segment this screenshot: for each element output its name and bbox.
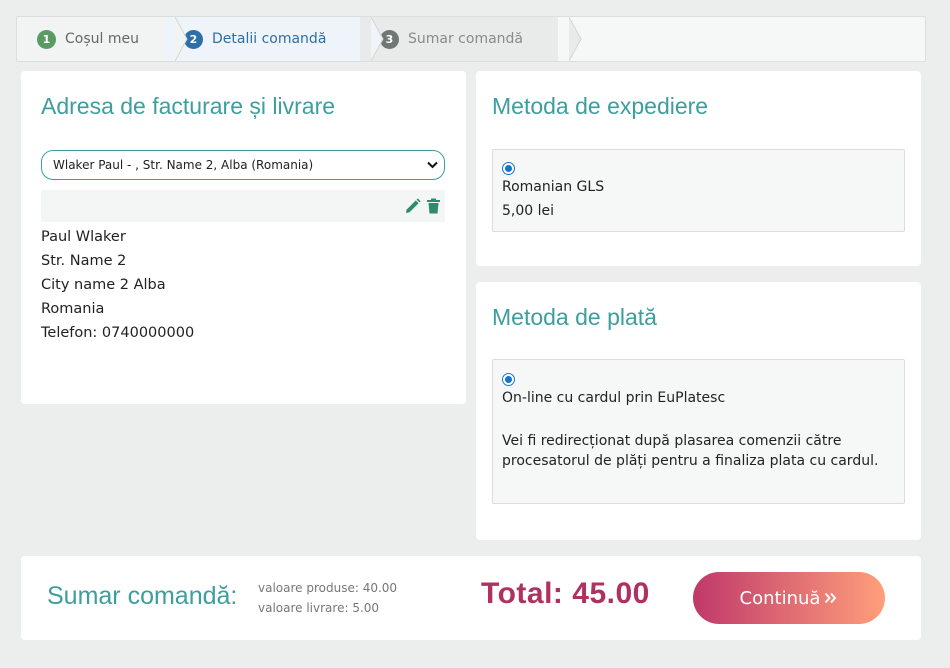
delete-icon[interactable] bbox=[425, 198, 441, 214]
payment-title: Metoda de plată bbox=[492, 304, 657, 330]
address-city: City name 2 Alba bbox=[41, 277, 166, 293]
step-number: 1 bbox=[37, 29, 56, 49]
payment-method-card: Metoda de plată On-line cu cardul prin E… bbox=[476, 282, 921, 540]
double-chevron-right-icon bbox=[824, 588, 838, 609]
summary-total: Total: 45.00 bbox=[481, 577, 650, 610]
billing-address-card: Adresa de facturare și livrare Wlaker Pa… bbox=[21, 71, 466, 404]
address-title: Adresa de facturare și livrare bbox=[41, 93, 336, 119]
summary-title: Sumar comandă: bbox=[47, 582, 238, 610]
address-country: Romania bbox=[41, 301, 105, 317]
step-order-details[interactable]: 2 Detalii comandă bbox=[164, 17, 384, 61]
chevron-down-icon bbox=[427, 158, 438, 172]
payment-option-description: Vei fi redirecționat după plasarea comen… bbox=[502, 433, 879, 469]
step-order-summary[interactable]: 3 Sumar comandă bbox=[360, 17, 582, 61]
checkout-stepper: 1 Coșul meu 2 Detalii comandă 3 Sumar co… bbox=[16, 16, 926, 62]
address-details: Paul Wlaker Str. Name 2 City name 2 Alba… bbox=[41, 225, 446, 345]
address-name: Paul Wlaker bbox=[41, 229, 126, 245]
shipping-option[interactable]: Romanian GLS 5,00 lei bbox=[492, 149, 905, 232]
shipping-option-price: 5,00 lei bbox=[502, 203, 555, 219]
shipping-method-card: Metoda de expediere Romanian GLS 5,00 le… bbox=[476, 71, 921, 266]
payment-option[interactable]: On-line cu cardul prin EuPlatesc Vei fi … bbox=[492, 359, 905, 504]
continue-button[interactable]: Continuă bbox=[693, 572, 885, 624]
shipping-option-name: Romanian GLS bbox=[502, 179, 605, 195]
edit-icon[interactable] bbox=[405, 198, 421, 214]
payment-option-name: On-line cu cardul prin EuPlatesc bbox=[502, 390, 726, 406]
summary-breakdown: valoare produse: 40.00 valoare livrare: … bbox=[258, 578, 397, 618]
continue-button-label: Continuă bbox=[739, 587, 821, 609]
address-phone: Telefon: 0740000000 bbox=[41, 325, 195, 341]
address-select[interactable]: Wlaker Paul - , Str. Name 2, Alba (Roman… bbox=[41, 150, 445, 180]
step-label: Sumar comandă bbox=[408, 31, 524, 47]
order-summary-bar: Sumar comandă: valoare produse: 40.00 va… bbox=[21, 556, 921, 640]
shipping-radio[interactable] bbox=[502, 162, 515, 175]
step-cart[interactable]: 1 Coșul meu bbox=[17, 17, 188, 61]
step-label: Coșul meu bbox=[65, 31, 139, 47]
address-select-value: Wlaker Paul - , Str. Name 2, Alba (Roman… bbox=[53, 158, 314, 172]
address-actions bbox=[41, 190, 445, 222]
payment-radio[interactable] bbox=[502, 373, 515, 386]
summary-products-value: valoare produse: 40.00 bbox=[258, 581, 398, 595]
summary-delivery-value: valoare livrare: 5.00 bbox=[258, 601, 380, 615]
step-label: Detalii comandă bbox=[212, 31, 327, 47]
address-street: Str. Name 2 bbox=[41, 253, 127, 269]
shipping-title: Metoda de expediere bbox=[492, 93, 709, 119]
